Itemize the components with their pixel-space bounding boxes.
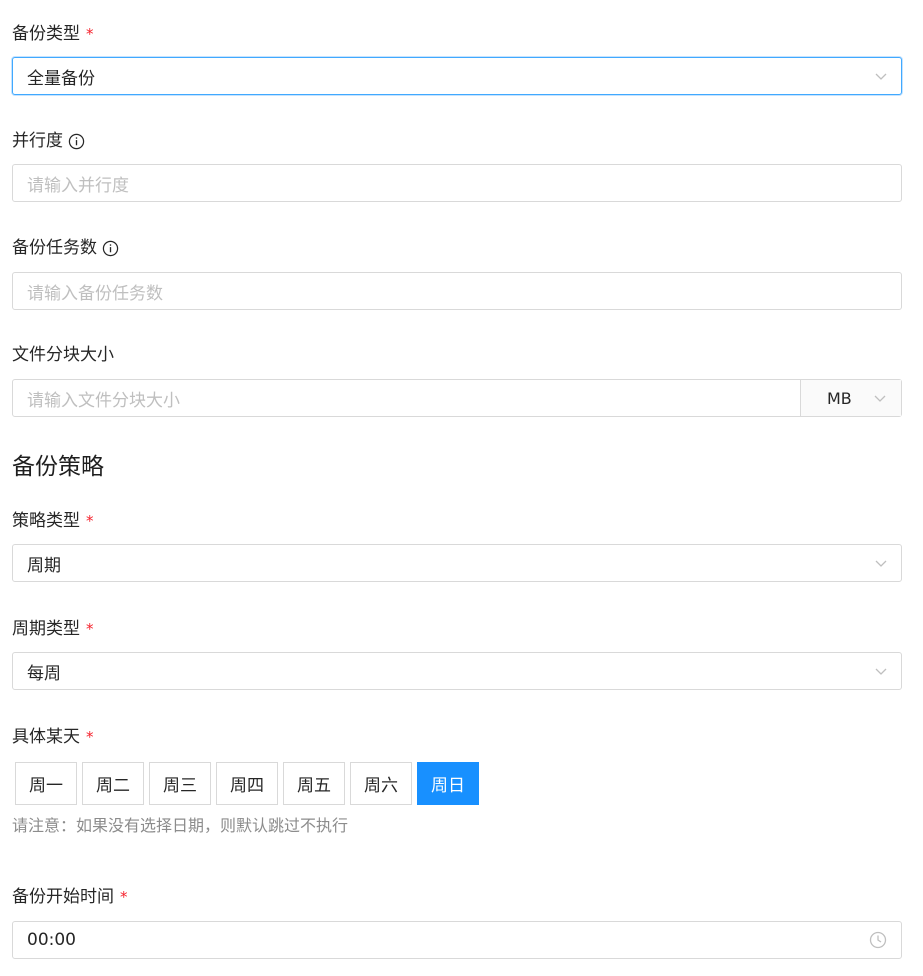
required-mark: * xyxy=(120,888,128,906)
cycle-type-label: 周期类型 * xyxy=(12,619,94,639)
required-mark: * xyxy=(86,512,94,530)
start-time-value: 00:00 xyxy=(27,930,76,950)
chunk-size-label: 文件分块大小 xyxy=(12,345,114,365)
info-icon[interactable] xyxy=(102,240,119,257)
parallelism-placeholder: 请输入并行度 xyxy=(27,175,129,196)
chevron-down-icon xyxy=(874,395,886,402)
backup-type-value: 全量备份 xyxy=(27,68,95,89)
backup-type-label: 备份类型 * xyxy=(12,24,94,44)
strategy-type-label: 策略类型 * xyxy=(12,511,94,531)
chunk-size-input[interactable]: 请输入文件分块大小 xyxy=(13,386,800,411)
start-time-label: 备份开始时间 * xyxy=(12,887,128,907)
start-time-picker[interactable]: 00:00 xyxy=(12,921,902,959)
day-button-sat[interactable]: 周六 xyxy=(350,762,412,805)
chevron-down-icon xyxy=(875,73,887,80)
backup-tasks-label: 备份任务数 xyxy=(12,237,119,259)
backup-tasks-placeholder: 请输入备份任务数 xyxy=(27,283,163,304)
parallelism-input[interactable]: 请输入并行度 xyxy=(12,164,902,202)
required-mark: * xyxy=(86,620,94,638)
day-button-fri[interactable]: 周五 xyxy=(283,762,345,805)
cycle-type-value: 每周 xyxy=(27,663,61,684)
info-icon[interactable] xyxy=(68,133,85,150)
section-title: 备份策略 xyxy=(12,454,104,480)
strategy-type-value: 周期 xyxy=(27,555,61,576)
chevron-down-icon xyxy=(875,668,887,675)
day-button-sun[interactable]: 周日 xyxy=(417,762,479,805)
backup-tasks-input[interactable]: 请输入备份任务数 xyxy=(12,272,902,310)
chunk-size-input-group: 请输入文件分块大小 MB xyxy=(12,379,902,417)
unit-value: MB xyxy=(827,388,852,408)
backup-type-select[interactable]: 全量备份 xyxy=(12,57,902,95)
clock-icon xyxy=(869,931,887,949)
day-button-tue[interactable]: 周二 xyxy=(82,762,144,805)
required-mark: * xyxy=(86,728,94,746)
required-mark: * xyxy=(86,25,94,43)
parallelism-label: 并行度 xyxy=(12,130,85,152)
day-button-group: 周一 周二 周三 周四 周五 周六 周日 xyxy=(15,762,479,805)
day-button-mon[interactable]: 周一 xyxy=(15,762,77,805)
chevron-down-icon xyxy=(875,560,887,567)
unit-select[interactable]: MB xyxy=(800,380,901,416)
cycle-type-select[interactable]: 每周 xyxy=(12,652,902,690)
day-note: 请注意：如果没有选择日期，则默认跳过不执行 xyxy=(12,816,349,835)
day-button-wed[interactable]: 周三 xyxy=(149,762,211,805)
day-button-thu[interactable]: 周四 xyxy=(216,762,278,805)
strategy-type-select[interactable]: 周期 xyxy=(12,544,902,582)
specific-day-label: 具体某天 * xyxy=(12,727,94,747)
